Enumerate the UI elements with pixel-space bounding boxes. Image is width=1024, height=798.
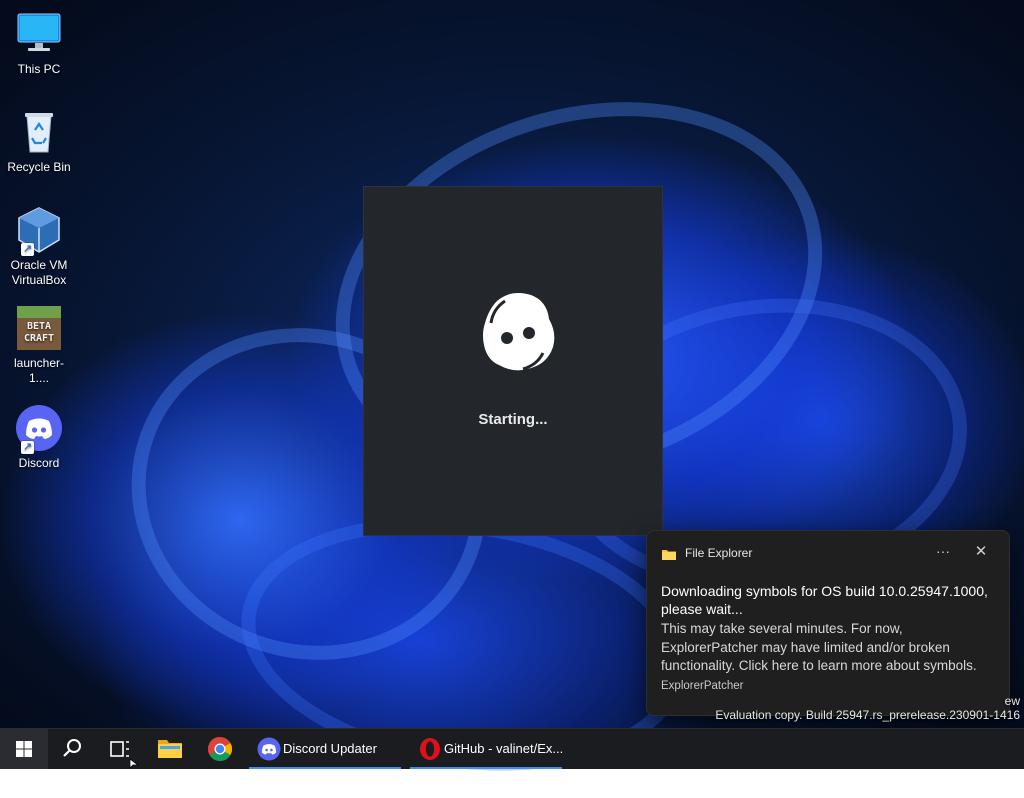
splash-status-text: Starting... (478, 411, 548, 428)
start-button[interactable] (0, 729, 48, 769)
taskbar-app-github[interactable]: GitHub - valinet/Ex... (410, 729, 564, 769)
discord-icon: ↗ (15, 404, 63, 454)
desktop-icon-label: Discord (18, 456, 60, 470)
toast-close-button[interactable]: ✕ (971, 542, 991, 562)
active-indicator (249, 767, 401, 769)
toast-body: This may take several minutes. For now, … (661, 621, 977, 673)
desktop-icon-label: Oracle VM VirtualBox (10, 258, 68, 287)
opera-icon (418, 737, 442, 761)
desktop-icon-discord[interactable]: ↗ Discord (4, 404, 74, 471)
taskbar-app-label: GitHub - valinet/Ex... (444, 741, 564, 756)
taskbar-app-discord-updater[interactable]: Discord Updater (249, 729, 401, 769)
watermark-line-2: Evaluation copy. Build 25947.rs_prerelea… (715, 708, 1020, 722)
mouse-cursor-icon (130, 759, 140, 768)
desktop-icon-label: launcher-1.... (13, 356, 65, 385)
taskbar-app-label: Discord Updater (283, 741, 377, 756)
windows-logo-icon (16, 741, 32, 757)
toast-notification[interactable]: File Explorer ··· ✕ Downloading symbols … (646, 530, 1010, 716)
svg-text:CRAFT: CRAFT (24, 333, 54, 344)
toast-attribution: ExplorerPatcher (661, 680, 744, 692)
desktop-icon-label: Recycle Bin (7, 160, 71, 174)
discord-updater-window[interactable]: Starting... (363, 186, 663, 536)
discord-icon (257, 737, 281, 761)
file-explorer-button[interactable] (148, 729, 192, 769)
discord-spinner-icon (477, 283, 561, 379)
search-icon (63, 739, 81, 757)
folder-icon (662, 547, 676, 560)
toast-app-name: File Explorer (685, 546, 753, 560)
desktop-icon-label: This PC (17, 62, 61, 76)
desktop-icon-this-pc[interactable]: This PC (4, 10, 74, 77)
evaluation-watermark: ew Evaluation copy. Build 25947.rs_prere… (715, 694, 1020, 722)
virtualbox-icon: ↗ (15, 206, 63, 256)
desktop-icon-recycle-bin[interactable]: Recycle Bin (4, 108, 74, 175)
shortcut-arrow-icon: ↗ (21, 243, 34, 256)
folder-icon (158, 740, 182, 758)
taskbar: Discord Updater GitHub - valinet/Ex... (0, 728, 1024, 769)
toast-title: Downloading symbols for OS build 10.0.25… (661, 583, 988, 617)
svg-text:BETA: BETA (27, 321, 51, 332)
desktop-icon-launcher[interactable]: BETA CRAFT launcher-1.... (4, 304, 74, 386)
shortcut-arrow-icon: ↗ (21, 441, 34, 454)
betacraft-icon: BETA CRAFT (15, 304, 63, 352)
desktop-icon-virtualbox[interactable]: ↗ Oracle VM VirtualBox (4, 206, 74, 288)
recycle-bin-icon (15, 108, 63, 156)
chrome-icon (207, 737, 233, 762)
watermark-line-1: ew (1004, 694, 1020, 708)
monitor-icon (15, 10, 63, 58)
chrome-button[interactable] (198, 729, 242, 769)
active-indicator (410, 767, 562, 769)
toast-more-button[interactable]: ··· (933, 542, 953, 562)
search-button[interactable] (50, 729, 94, 769)
